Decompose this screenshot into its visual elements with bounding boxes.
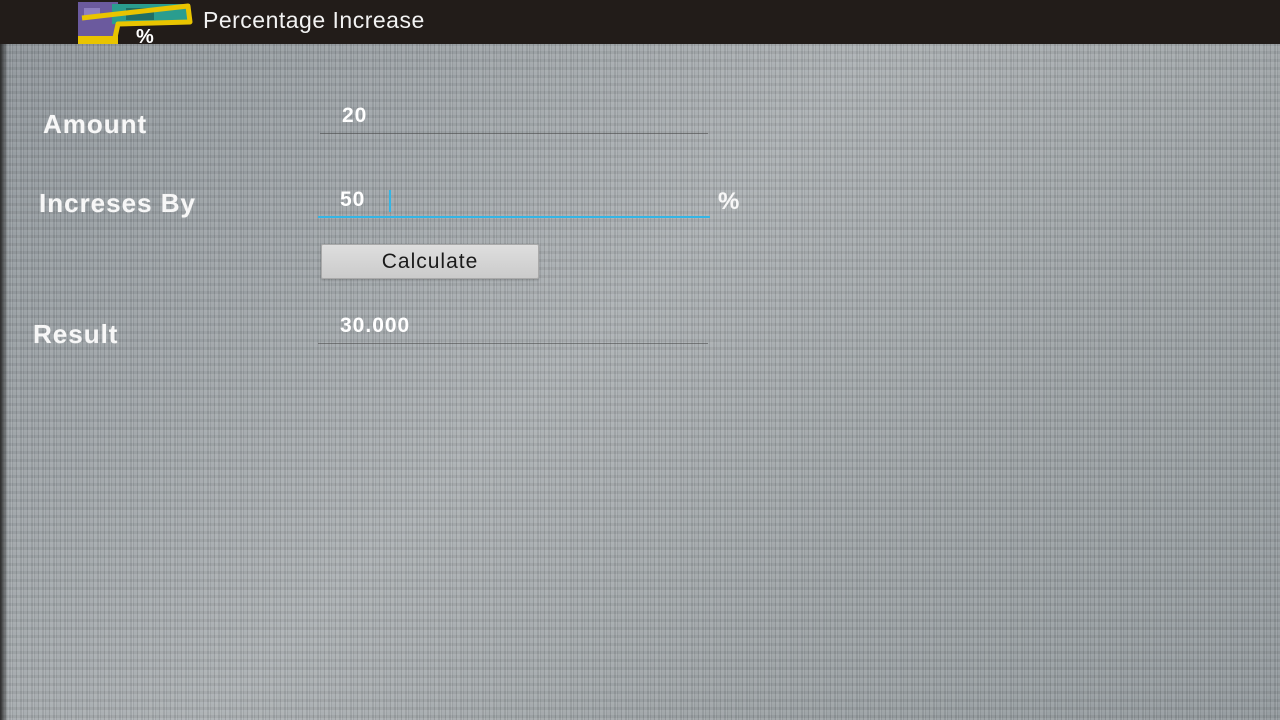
amount-value: 20 — [342, 104, 368, 127]
text-cursor — [389, 190, 391, 212]
increase-underline — [318, 216, 710, 218]
increase-label: Increses By — [39, 188, 196, 218]
amount-input[interactable]: 20 — [320, 100, 708, 134]
result-field: 30.000 — [318, 310, 708, 344]
percent-chart-icon: % — [78, 2, 194, 48]
percent-sign: % — [718, 188, 741, 215]
amount-underline — [320, 133, 708, 134]
calculate-button[interactable]: Calculate — [321, 244, 539, 279]
action-bar: % Percentage Increase — [0, 0, 1280, 48]
screen-edge — [0, 44, 8, 720]
icon-percent-text: % — [136, 26, 154, 46]
amount-label: Amount — [43, 109, 148, 139]
app-screen: % Percentage Increase Amount 20 Increses… — [0, 0, 1280, 720]
result-underline — [318, 343, 708, 344]
result-label: Result — [33, 319, 119, 349]
increase-value: 50 — [340, 188, 366, 211]
result-value: 30.000 — [340, 314, 411, 337]
form-background — [0, 44, 1280, 720]
increase-input[interactable]: 50 — [318, 184, 710, 218]
app-title: Percentage Increase — [203, 7, 425, 33]
